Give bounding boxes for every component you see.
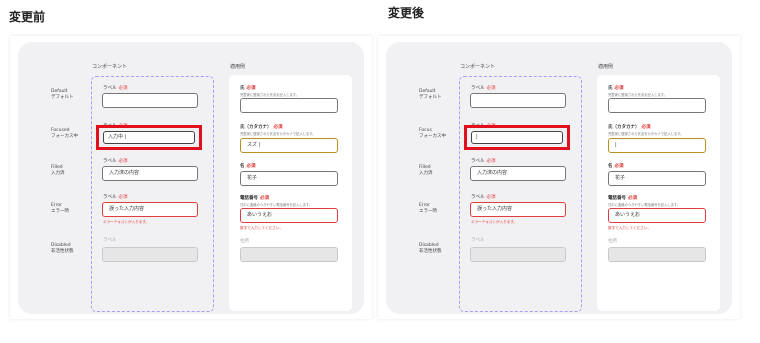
- filled-field-input[interactable]: 入力済の内容: [470, 166, 566, 181]
- example-field2-help: 児童家に登録された氏名をカタカナで記入します。: [240, 132, 316, 136]
- default-field-input[interactable]: [102, 93, 198, 108]
- state-label-error: Error エラー時: [419, 203, 437, 214]
- filled-field-input[interactable]: 入力済の内容: [102, 166, 198, 181]
- example-field2-input[interactable]: |: [608, 138, 706, 153]
- focused-field-input[interactable]: |: [471, 131, 563, 144]
- example-field1-input[interactable]: [608, 98, 706, 113]
- state-label-focused: Focused フォーカス中: [51, 128, 78, 139]
- example-title: 適用例: [598, 64, 614, 70]
- example-field5-input: [608, 247, 706, 262]
- component-title: コンポーネント: [92, 64, 128, 70]
- example-field1-help: 児童家に登録された氏名を記入します。: [608, 93, 668, 97]
- error-field-input[interactable]: 誤った入力内容: [102, 202, 198, 217]
- state-label-disabled: Disabled 非活性状態: [51, 243, 74, 254]
- state-label-focused: Focus フォーカス中: [419, 128, 446, 139]
- example-field1-help: 児童家に登録された氏名を記入します。: [240, 93, 300, 97]
- example-field4-input[interactable]: あいうえお: [608, 208, 706, 223]
- panel-inner: コンポーネント 適用例 Default デフォルト Focused フォーカス中 F…: [18, 42, 364, 314]
- example-field1-input[interactable]: [240, 98, 338, 113]
- example-field3-label: 名必須: [608, 164, 624, 169]
- error-field-message: エラーテキストが入ります。: [471, 220, 518, 224]
- state-label-filled: Filled 入力済: [51, 165, 65, 176]
- default-field-label: ラベル 必須: [471, 86, 496, 91]
- example-field2-help: 児童家に登録された氏名をカタカナで記入します。: [608, 132, 684, 136]
- default-field-label: ラベル 必須: [103, 86, 128, 91]
- focused-field-highlight: 入力中 |: [96, 125, 202, 150]
- disabled-field-label: ラベル: [471, 238, 485, 243]
- state-label-default: Default デフォルト: [419, 89, 442, 100]
- example-field5-label: 住所: [240, 239, 249, 244]
- example-field3-label: 名必須: [240, 164, 256, 169]
- example-field5-label: 住所: [608, 239, 617, 244]
- error-field-input[interactable]: 誤った入力内容: [470, 202, 566, 217]
- disabled-field-input: [470, 247, 566, 262]
- state-label-default: Default デフォルト: [51, 89, 74, 100]
- component-title: コンポーネント: [460, 64, 496, 70]
- example-field3-input[interactable]: 花子: [240, 171, 338, 186]
- panel-inner: コンポーネント 適用例 Default デフォルト Focus フォーカス中 Fil…: [386, 42, 732, 314]
- state-label-disabled: Disabled 非活性状態: [419, 243, 442, 254]
- example-title: 適用例: [230, 64, 246, 70]
- example-field1-label: 氏必須: [608, 86, 624, 91]
- example-field4-error: 数字で入力してください。: [608, 226, 651, 230]
- example-field2-input[interactable]: スズ |: [240, 138, 338, 153]
- focused-field-highlight: |: [464, 125, 570, 150]
- example-field2-label: 氏（カタカナ） 必須: [608, 125, 651, 130]
- example-field1-label: 氏必須: [240, 86, 256, 91]
- disabled-field-label: ラベル: [103, 238, 117, 243]
- error-field-label: ラベル 必須: [103, 195, 128, 200]
- before-panel: コンポーネント 適用例 Default デフォルト Focused フォーカス中 F…: [10, 36, 372, 319]
- example-field4-label: 電話番号 必須: [240, 196, 269, 201]
- filled-field-label: ラベル 必須: [103, 159, 128, 164]
- example-field2-label: 氏（カタカナ） 必須: [240, 125, 283, 130]
- state-label-filled: Filled 入力済: [419, 165, 433, 176]
- example-field3-input[interactable]: 花子: [608, 171, 706, 186]
- before-heading: 変更前: [9, 10, 46, 24]
- error-field-label: ラベル 必須: [471, 195, 496, 200]
- filled-field-label: ラベル 必須: [471, 159, 496, 164]
- example-field5-input: [240, 247, 338, 262]
- after-panel: コンポーネント 適用例 Default デフォルト Focus フォーカス中 Fil…: [378, 36, 740, 319]
- after-heading: 変更後: [388, 6, 425, 20]
- example-field4-error: 数字で入力してください。: [240, 226, 283, 230]
- example-field4-help: 日中に連絡のつきやすい電話番号を記入します。: [240, 203, 313, 207]
- default-field-input[interactable]: [470, 93, 566, 108]
- example-field4-input[interactable]: あいうえお: [240, 208, 338, 223]
- focused-field-input[interactable]: 入力中 |: [103, 131, 195, 144]
- example-field4-help: 日中に連絡のつきやすい電話番号を記入します。: [608, 203, 681, 207]
- state-label-error: Error エラー時: [51, 203, 69, 214]
- disabled-field-input: [102, 247, 198, 262]
- example-field4-label: 電話番号 必須: [608, 196, 637, 201]
- error-field-message: エラーテキストが入ります。: [103, 220, 150, 224]
